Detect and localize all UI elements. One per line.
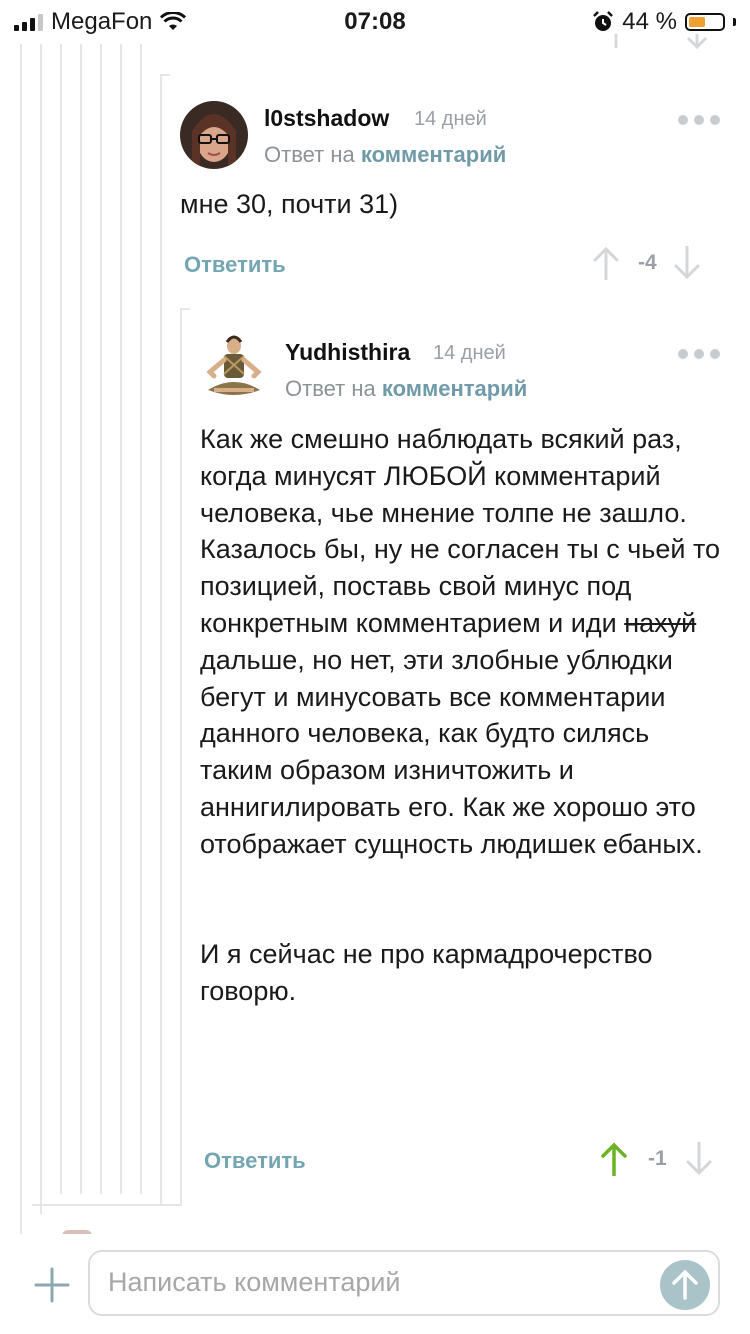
battery-cap (733, 18, 736, 26)
more-options-icon[interactable] (678, 349, 720, 359)
rating: -4 (638, 251, 657, 274)
comment-input-placeholder: Написать комментарий (108, 1267, 401, 1297)
avatar[interactable] (180, 101, 248, 169)
comment-body: Как же смешно наблюдать всякий раз, когд… (200, 421, 728, 1010)
downvote-icon[interactable] (683, 1142, 715, 1176)
upvote-icon[interactable] (590, 246, 622, 280)
more-options-icon[interactable] (678, 115, 720, 125)
username[interactable]: Yudhisthira (285, 339, 410, 366)
reply-to-link[interactable]: комментарий (361, 142, 506, 167)
downvote-icon-partial[interactable] (684, 34, 710, 50)
alarm-icon (593, 11, 614, 31)
paragraph-spacer (200, 863, 728, 937)
reply-to-prefix: Ответ на (264, 142, 355, 167)
battery-icon (685, 13, 725, 31)
rating: -1 (648, 1147, 667, 1170)
text-span: дальше, но нет, эти злобные ублюдки бегу… (200, 644, 703, 859)
vote-controls: -1 (598, 1142, 715, 1176)
status-right: 44 % (592, 8, 736, 36)
reply-to-line: Ответ на комментарий (264, 142, 506, 168)
upvote-icon[interactable] (598, 1142, 630, 1176)
comment-paragraph: мне 30, почти 31) (180, 189, 399, 219)
status-bar: MegaFon 07:08 44 % (0, 0, 750, 44)
vote-controls: -4 (590, 246, 703, 280)
comment-body: мне 30, почти 31) (180, 186, 710, 223)
username[interactable]: l0stshadow (264, 105, 389, 132)
upvote-icon-partial[interactable] (604, 34, 628, 48)
battery-fill (689, 17, 705, 27)
comment-time: 14 дней (433, 342, 506, 364)
reply-button[interactable]: Ответить (184, 252, 286, 278)
reply-button[interactable]: Ответить (204, 1148, 306, 1174)
send-button[interactable] (660, 1260, 710, 1310)
comment-paragraph: Казалось бы, ну не согласен ты с чьей то… (200, 531, 728, 862)
plus-icon[interactable] (30, 1263, 74, 1307)
comment-paragraph: И я сейчас не про кармадрочерство говорю… (200, 939, 653, 1006)
reply-to-line: Ответ на комментарий (285, 376, 527, 402)
reply-to-link[interactable]: комментарий (382, 376, 527, 401)
battery-percent: 44 % (622, 8, 677, 35)
arrow-up-icon (672, 1269, 698, 1300)
comment-time: 14 дней (414, 108, 487, 130)
strikethrough-word: нахуй (624, 607, 697, 638)
avatar[interactable] (200, 334, 268, 402)
comment-input[interactable]: Написать комментарий (88, 1250, 720, 1316)
comment-paragraph: Как же смешно наблюдать всякий раз, когд… (200, 424, 687, 528)
reply-to-prefix: Ответ на (285, 376, 376, 401)
downvote-icon[interactable] (671, 246, 703, 280)
